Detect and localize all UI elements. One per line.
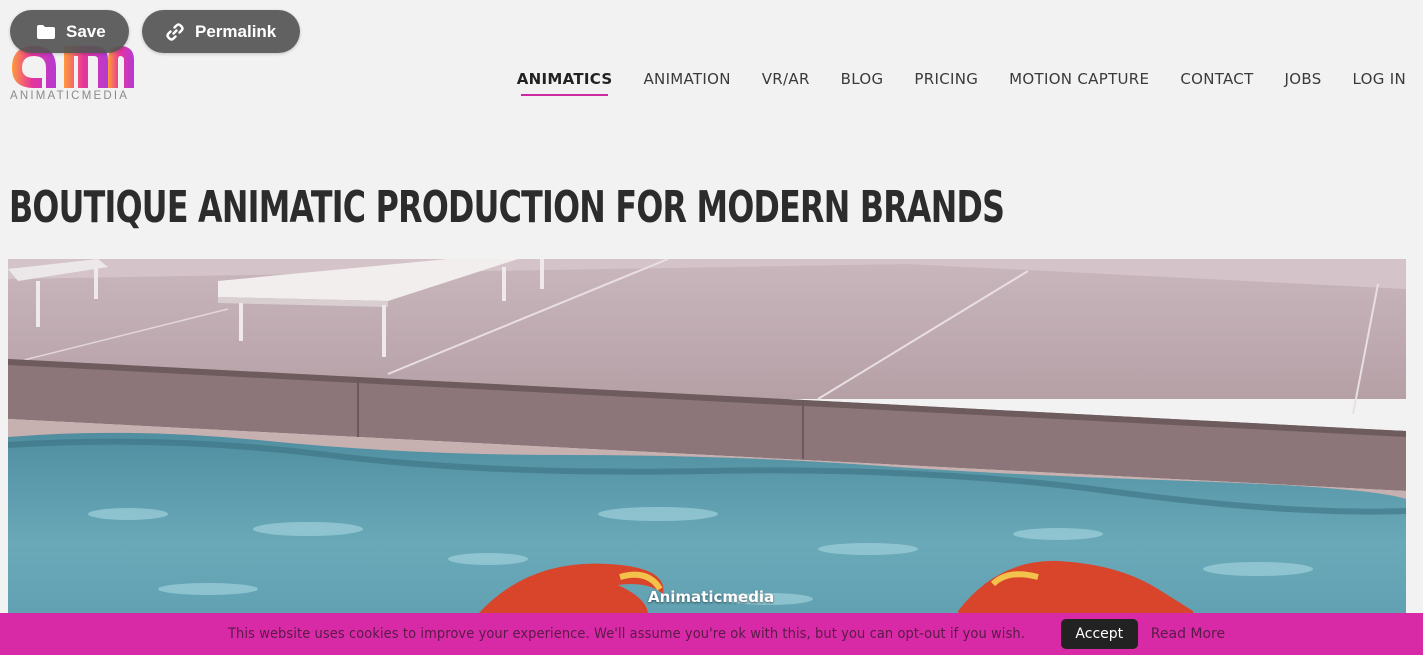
main-nav: ANIMATICS ANIMATION VR/AR BLOG PRICING M… (517, 70, 1406, 96)
permalink-button[interactable]: Permalink (142, 10, 300, 53)
cookie-message: This website uses cookies to improve you… (227, 626, 1025, 642)
nav-item-animation[interactable]: ANIMATION (643, 70, 730, 96)
nav-item-contact[interactable]: CONTACT (1180, 70, 1253, 96)
nav-item-animatics[interactable]: ANIMATICS (517, 70, 613, 96)
nav-item-pricing[interactable]: PRICING (914, 70, 978, 96)
logo-wordmark: ANIMATICMEDIA (10, 90, 130, 102)
nav-item-vr-ar[interactable]: VR/AR (762, 70, 810, 96)
folder-icon (35, 22, 57, 42)
cookie-banner: This website uses cookies to improve you… (0, 613, 1423, 655)
page-title: BOUTIQUE ANIMATIC PRODUCTION FOR MODERN … (9, 182, 1005, 233)
video-watermark: Animaticmedia (648, 588, 775, 606)
nav-item-log-in[interactable]: LOG IN (1353, 70, 1406, 96)
nav-item-blog[interactable]: BLOG (841, 70, 884, 96)
read-more-link[interactable]: Read More (1151, 626, 1225, 642)
accept-cookies-button[interactable]: Accept (1060, 619, 1138, 649)
save-button[interactable]: Save (10, 10, 129, 53)
nav-item-motion-capture[interactable]: MOTION CAPTURE (1009, 70, 1149, 96)
page: Save Permalink ANIMATICMEDIA ANIMATICS A… (0, 0, 1423, 655)
link-icon (164, 22, 186, 42)
save-label: Save (66, 21, 106, 41)
nav-item-jobs[interactable]: JOBS (1285, 70, 1322, 96)
permalink-label: Permalink (195, 21, 277, 41)
